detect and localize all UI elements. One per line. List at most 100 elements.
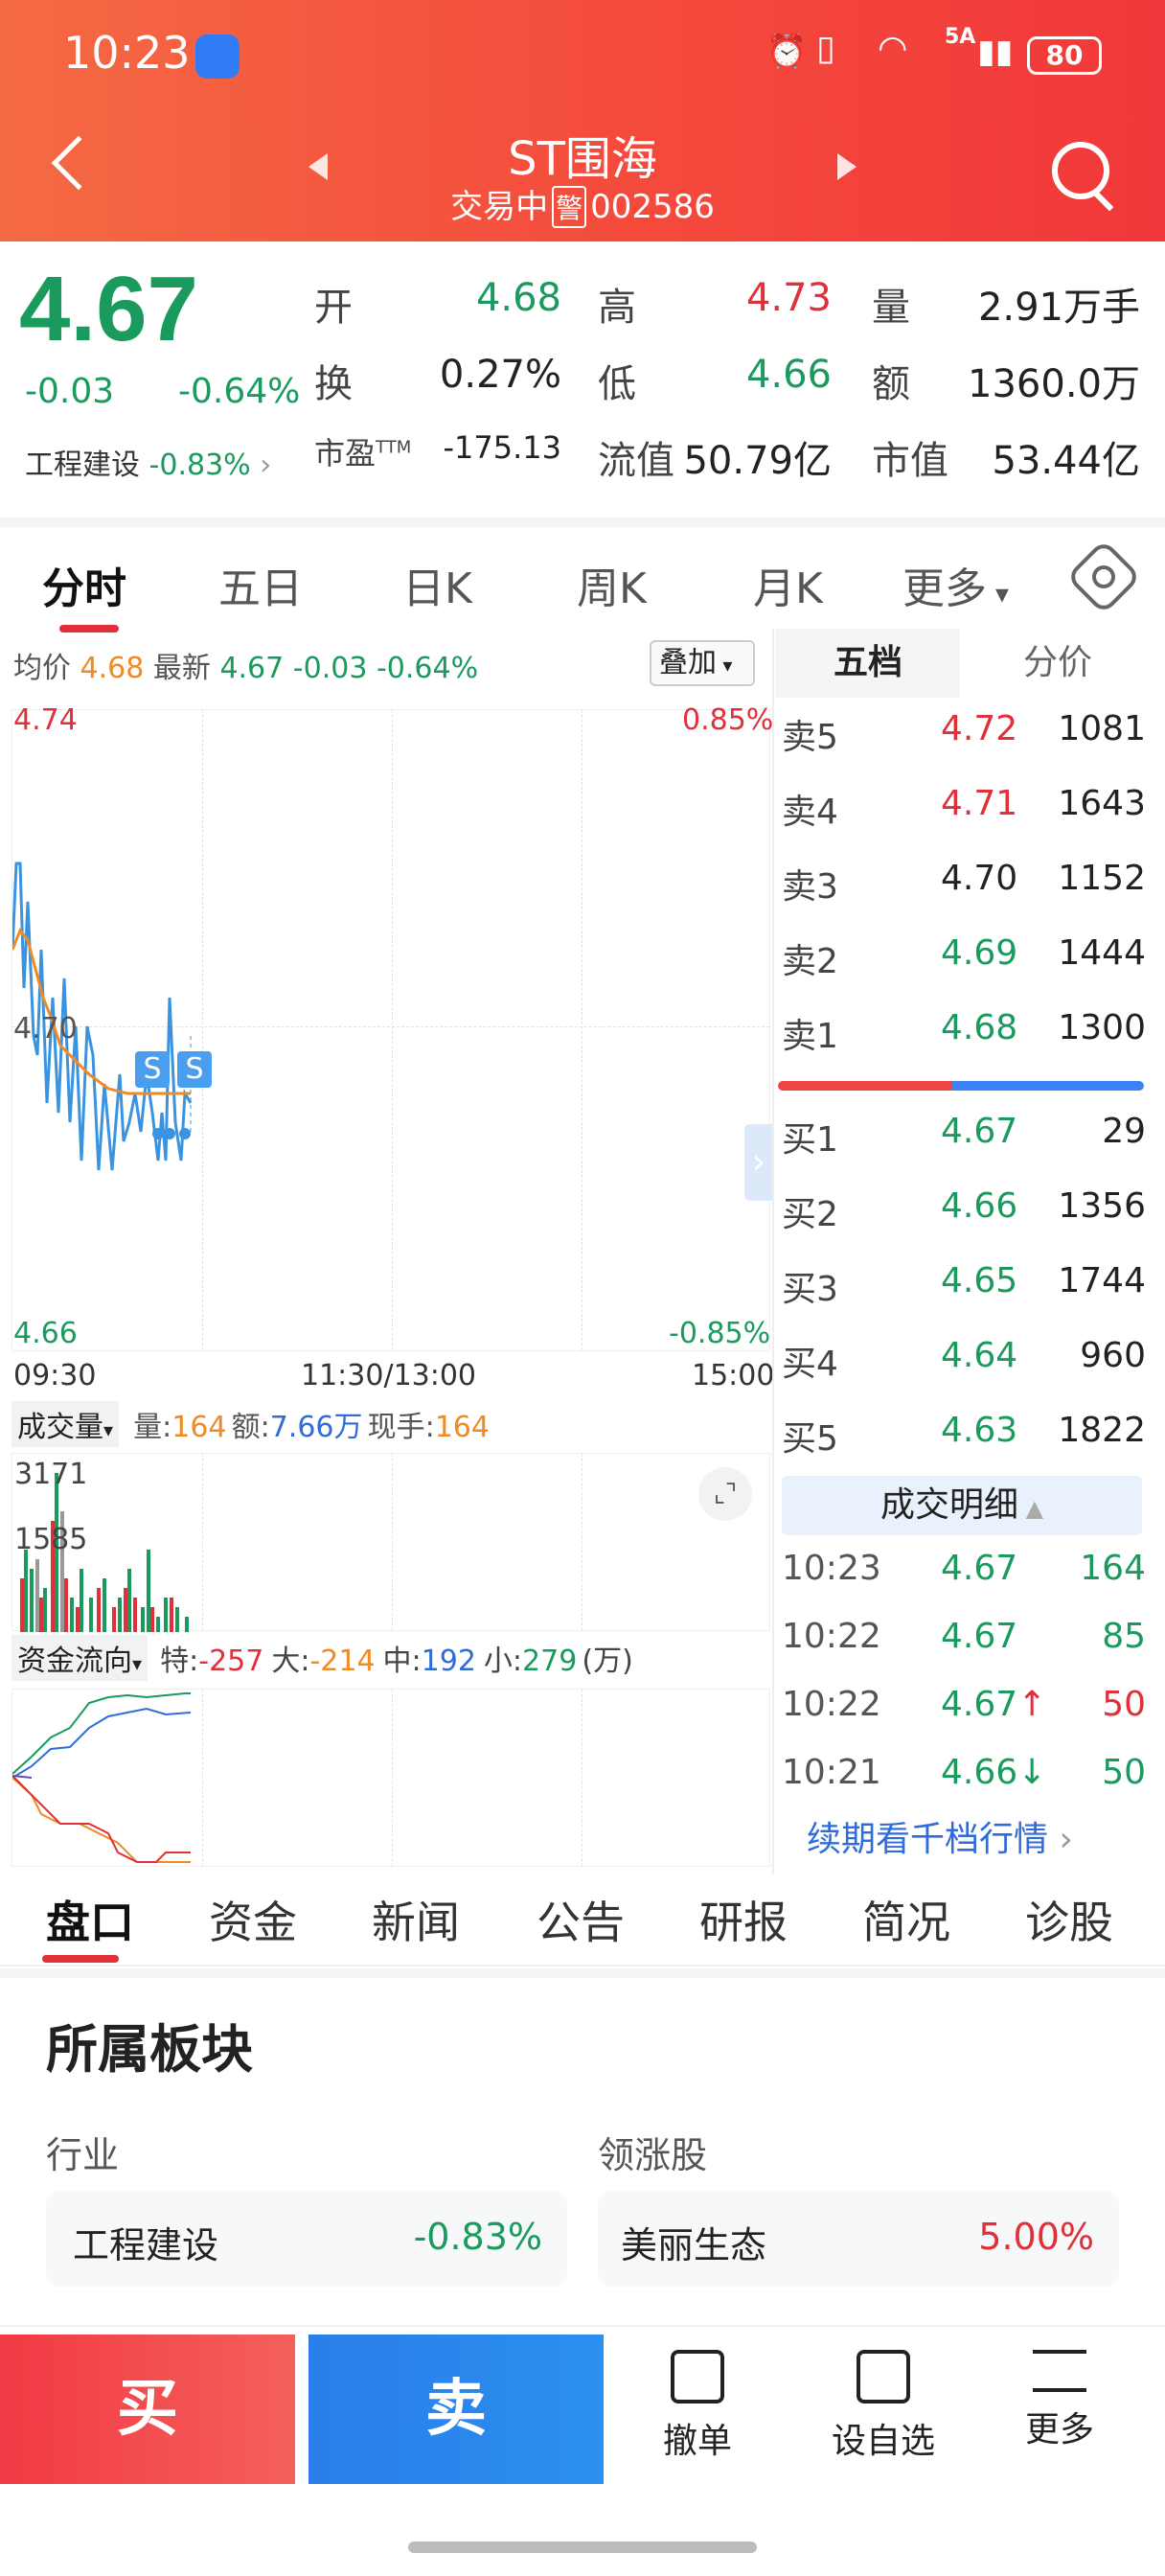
tab-intraday[interactable]: 分时: [42, 554, 126, 615]
leader-card[interactable]: 美丽生态 5.00%: [598, 2191, 1119, 2287]
y-axis-mid: 4.70: [13, 1012, 78, 1046]
price-chart[interactable]: S S ›: [11, 709, 773, 1351]
caret-down-icon: ▾: [103, 1418, 114, 1441]
level-label: 卖4: [782, 793, 838, 832]
chevron-right-icon: ›: [260, 448, 272, 482]
tab-news[interactable]: 新闻: [372, 1888, 460, 1951]
ask-level-row[interactable]: 卖1 4.68 1300: [782, 1008, 1146, 1066]
fundflow-value: 192: [421, 1644, 476, 1678]
ask-level-row[interactable]: 卖4 4.71 1643: [782, 784, 1146, 841]
volume-chart[interactable]: 3171 1585 ⌞⌝: [11, 1453, 770, 1632]
quote-value: -175.13: [443, 429, 561, 466]
tab-notice[interactable]: 公告: [537, 1888, 625, 1951]
tab-research[interactable]: 研报: [699, 1888, 788, 1951]
trade-dot: [164, 1128, 175, 1139]
level-price: 4.64: [941, 1336, 1018, 1375]
ask-level-row[interactable]: 卖3 4.70 1152: [782, 859, 1146, 916]
level-price: 4.69: [941, 933, 1018, 973]
last-price-label: 最新: [152, 652, 211, 685]
trade-row: 10:22 4.67 85: [782, 1617, 1146, 1674]
level-price: 4.68: [941, 1008, 1018, 1047]
tab-monthly-k[interactable]: 月K: [753, 554, 823, 615]
fundflow-label: 大:: [271, 1644, 310, 1678]
price-lines: [12, 862, 193, 1171]
wifi-icon: ◠: [878, 29, 908, 68]
bid-level-row[interactable]: 买5 4.63 1822: [782, 1411, 1146, 1468]
quote-label: 高: [598, 286, 636, 330]
sell-button[interactable]: 卖: [308, 2334, 604, 2484]
bid-level-row[interactable]: 买1 4.67 29: [782, 1112, 1146, 1169]
more-button[interactable]: 更多: [983, 2346, 1136, 2480]
trade-time: 10:21: [782, 1753, 881, 1792]
trade-detail-header[interactable]: 成交明细 ▲: [782, 1476, 1142, 1535]
stock-subtitle: 交易中警 002586: [0, 180, 1165, 228]
ask-level-row[interactable]: 卖5 4.72 1081: [782, 709, 1146, 767]
caret-down-icon: ▾: [132, 1652, 143, 1675]
industry-name: 工程建设: [73, 2224, 219, 2266]
overlay-button[interactable]: 叠加 ▾: [650, 640, 755, 686]
thousand-level-link[interactable]: 续期看千档行情 ›: [807, 1811, 1073, 1861]
ask-level-row[interactable]: 卖2 4.69 1444: [782, 933, 1146, 991]
quote-label: 流值: [598, 439, 674, 483]
quote-value: 4.73: [745, 276, 832, 320]
tab-price-split[interactable]: 分价: [960, 629, 1155, 698]
industry-label: 行业: [46, 2134, 120, 2176]
tab-profile[interactable]: 简况: [862, 1888, 950, 1951]
tab-underline: [42, 1955, 119, 1963]
fundflow-selector-label: 资金流向: [17, 1644, 132, 1678]
level-price: 4.71: [941, 784, 1018, 823]
tab-diagnosis[interactable]: 诊股: [1025, 1888, 1113, 1951]
time-mid: 11:30/13:00: [301, 1359, 477, 1392]
last-change-pct: -0.64%: [376, 652, 479, 685]
next-stock-icon[interactable]: [837, 153, 857, 180]
quote-label: 换: [314, 362, 353, 406]
trade-dot: [152, 1128, 164, 1139]
tab-fund[interactable]: 资金: [209, 1888, 297, 1951]
volume-bars: [20, 1473, 189, 1632]
sector-link[interactable]: 工程建设 -0.83% ›: [25, 441, 271, 483]
home-indicator[interactable]: [408, 2542, 757, 2553]
level-label: 买4: [782, 1345, 838, 1384]
vol-y-top: 3171: [14, 1458, 88, 1491]
tab-five-day[interactable]: 五日: [218, 554, 303, 615]
level-label: 卖3: [782, 867, 838, 907]
tab-handicap[interactable]: 盘口: [46, 1888, 134, 1951]
price-change: -0.03: [25, 372, 115, 411]
panel-divider: [772, 629, 774, 1874]
level-price: 4.67: [941, 1112, 1018, 1151]
quote-value: 0.27%: [439, 353, 561, 397]
quote-value: 50.79亿: [683, 439, 832, 483]
add-watchlist-button[interactable]: 设自选: [807, 2346, 960, 2480]
level-volume: 1152: [1058, 859, 1146, 898]
expand-orderbook-button[interactable]: ›: [744, 1124, 773, 1201]
notification-icon: [195, 34, 240, 79]
bid-level-row[interactable]: 买2 4.66 1356: [782, 1186, 1146, 1244]
now-label: 现手:: [367, 1411, 435, 1444]
industry-card[interactable]: 工程建设 -0.83%: [46, 2191, 567, 2287]
bid-level-row[interactable]: 买4 4.64 960: [782, 1336, 1146, 1393]
trade-detail-title: 成交明细: [879, 1485, 1018, 1525]
sell-signal-badge[interactable]: S: [177, 1051, 212, 1088]
tab-five-levels[interactable]: 五档: [776, 629, 960, 698]
volume-selector[interactable]: 成交量▾: [11, 1401, 120, 1447]
section-title: 所属板块: [46, 2019, 253, 2080]
fundflow-selector[interactable]: 资金流向▾: [11, 1635, 148, 1681]
sell-signal-badge[interactable]: S: [135, 1051, 170, 1088]
level-volume: 1356: [1058, 1186, 1146, 1226]
tab-daily-k[interactable]: 日K: [402, 554, 472, 615]
intraday-info: 均价 4.68 最新 4.67 -0.03 -0.64%: [13, 644, 478, 686]
search-icon[interactable]: [1052, 142, 1109, 199]
bid-level-row[interactable]: 买3 4.65 1744: [782, 1261, 1146, 1319]
fundflow-chart[interactable]: [11, 1689, 770, 1867]
fundflow-label: 中:: [382, 1644, 422, 1678]
section-divider: [0, 1968, 1165, 1978]
quote-label: 低: [598, 362, 636, 406]
time-end: 15:00: [692, 1359, 775, 1392]
fundflow-values: 特:-257 大:-214 中:192 小:279: [152, 1644, 577, 1678]
buy-button[interactable]: 买: [0, 2334, 295, 2484]
cancel-order-button[interactable]: 撤单: [621, 2346, 774, 2480]
tab-weekly-k[interactable]: 周K: [577, 554, 647, 615]
level-price: 4.70: [941, 859, 1018, 898]
tab-more[interactable]: 更多 ▾: [902, 554, 1009, 615]
fullscreen-icon[interactable]: ⌞⌝: [698, 1467, 752, 1521]
